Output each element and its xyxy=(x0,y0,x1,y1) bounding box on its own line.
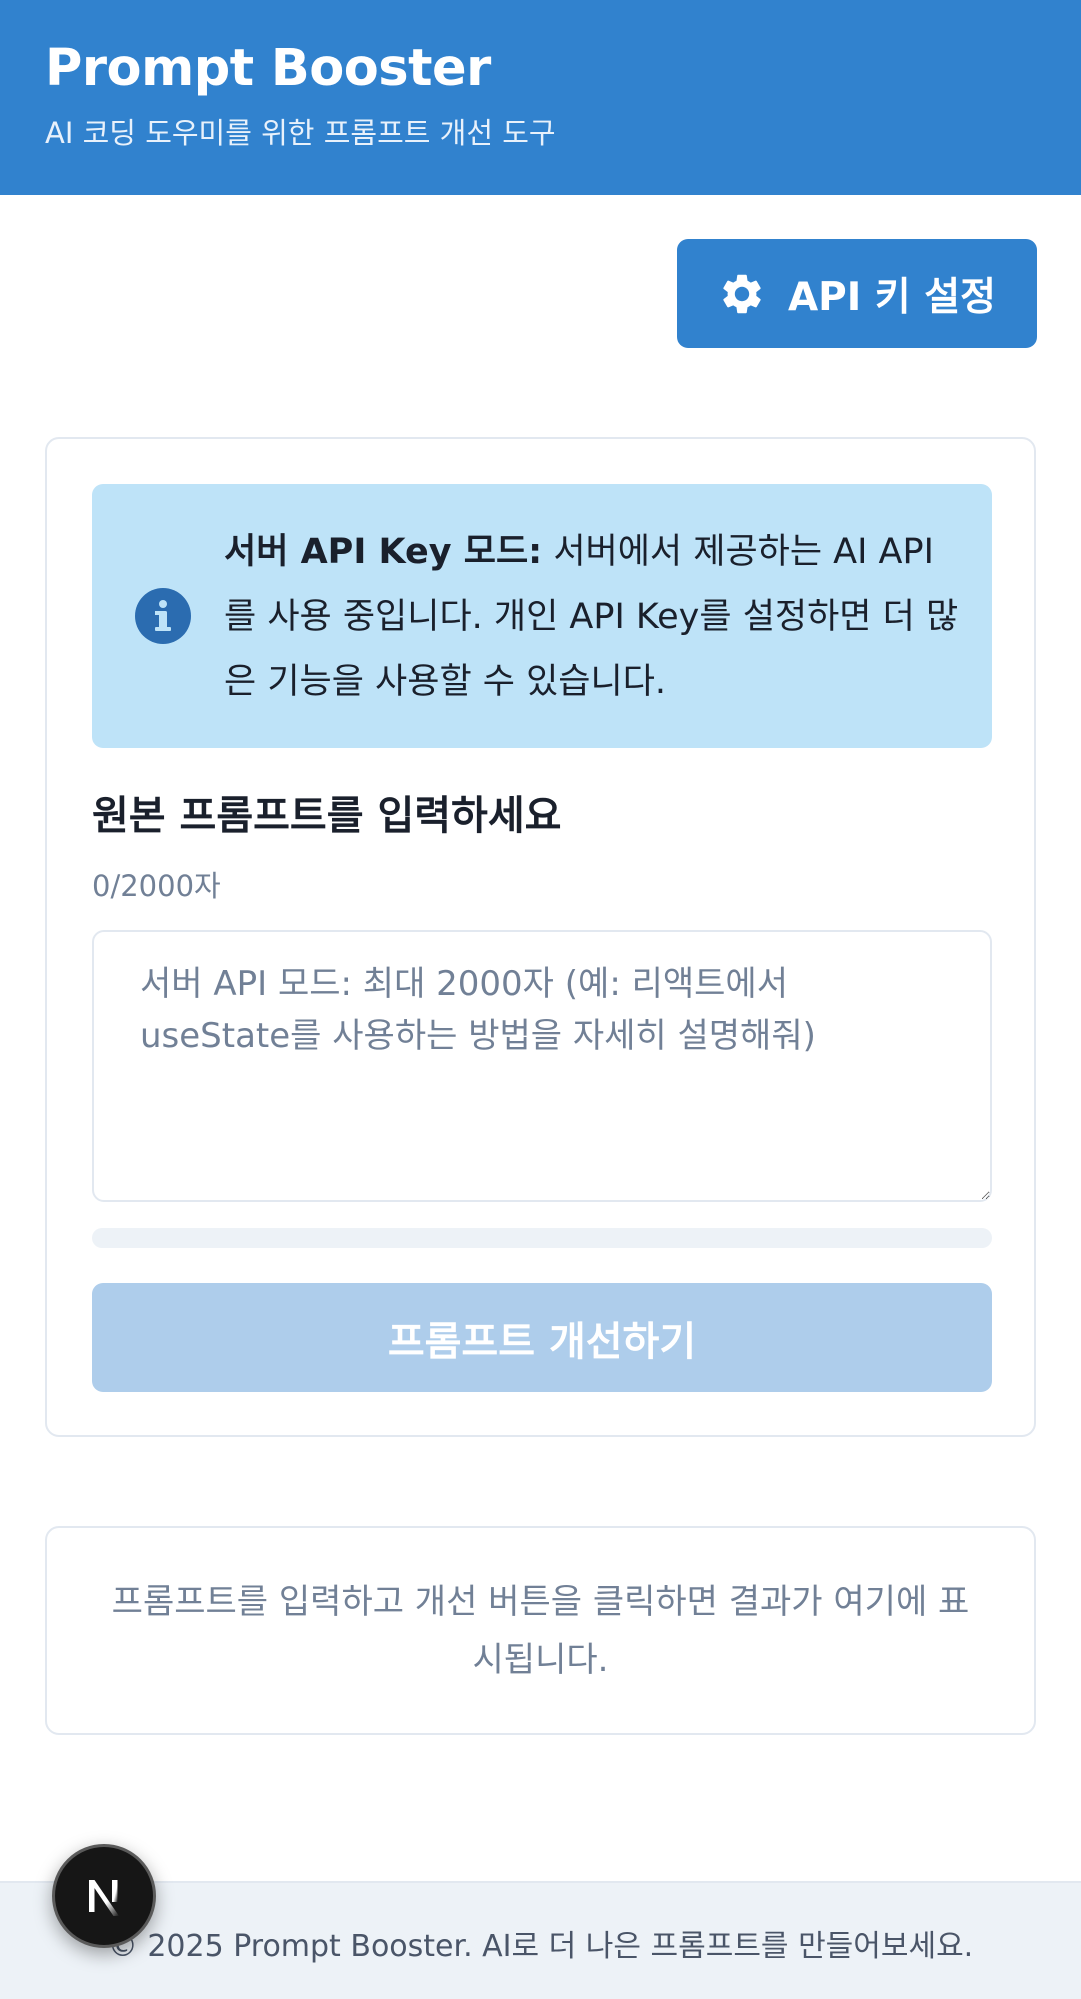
footer-text: © 2025 Prompt Booster. AI로 더 나은 프롬프트를 만들… xyxy=(107,1929,974,1964)
api-key-settings-button[interactable]: API 키 설정 xyxy=(677,239,1037,348)
char-count: 0/2000자 xyxy=(92,869,221,903)
prompt-label: 원본 프롬프트를 입력하세요 xyxy=(92,793,562,839)
char-limit-progress xyxy=(92,1228,992,1248)
result-card: 프롬프트를 입력하고 개선 버튼을 클릭하면 결과가 여기에 표시됩니다. xyxy=(45,1526,1036,1735)
nextjs-logo-icon xyxy=(89,1880,119,1916)
gear-icon xyxy=(723,274,761,313)
server-mode-alert: 서버 API Key 모드: 서버에서 제공하는 AI API를 사용 중입니다… xyxy=(92,484,992,748)
prompt-card: 서버 API Key 모드: 서버에서 제공하는 AI API를 사용 중입니다… xyxy=(45,437,1036,1437)
page-footer: © 2025 Prompt Booster. AI로 더 나은 프롬프트를 만들… xyxy=(0,1881,1081,1999)
api-key-settings-label: API 키 설정 xyxy=(787,274,997,320)
prompt-input[interactable] xyxy=(92,930,992,1202)
improve-prompt-button[interactable]: 프롬프트 개선하기 xyxy=(92,1283,992,1392)
nextjs-dev-indicator[interactable] xyxy=(52,1844,156,1948)
alert-message: 서버 API Key 모드: 서버에서 제공하는 AI API를 사용 중입니다… xyxy=(224,520,964,715)
info-icon xyxy=(135,588,191,644)
app-header: Prompt Booster AI 코딩 도우미를 위한 프롬프트 개선 도구 xyxy=(0,0,1081,195)
app-subtitle: AI 코딩 도우미를 위한 프롬프트 개선 도구 xyxy=(45,116,556,150)
app-title: Prompt Booster xyxy=(45,39,491,98)
result-placeholder: 프롬프트를 입력하고 개선 버튼을 클릭하면 결과가 여기에 표시됩니다. xyxy=(111,1581,970,1680)
alert-mode-label: 서버 API Key 모드: xyxy=(224,532,543,572)
